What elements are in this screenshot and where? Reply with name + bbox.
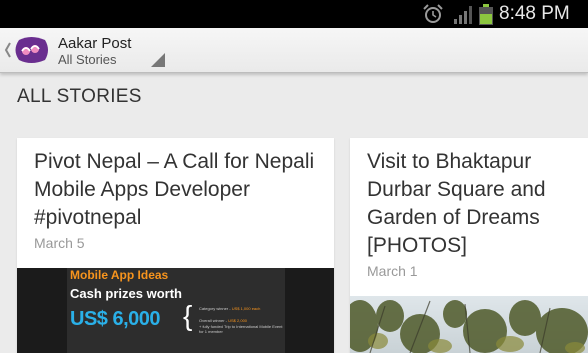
chevron-left-icon[interactable] — [3, 40, 13, 60]
battery-icon — [479, 4, 493, 25]
action-bar: Aakar Post All Stories — [0, 28, 588, 73]
promo-fine-print: Overall winner - US$ 2,000 — [199, 318, 248, 323]
promo-brace: { — [183, 300, 193, 331]
promo-banner: Mobile App Ideas Cash prizes worth US$ 6… — [67, 268, 285, 353]
story-title[interactable]: Pivot Nepal – A Call for Nepali Mobile A… — [34, 148, 334, 232]
section-header: ALL STORIES — [17, 86, 142, 107]
story-image[interactable]: Mobile App Ideas Cash prizes worth US$ 6… — [17, 268, 334, 353]
story-card[interactable]: Pivot Nepal – A Call for Nepali Mobile A… — [17, 138, 334, 353]
promo-fine-print: Category winner - US$ 1,000 each — [199, 306, 261, 311]
promo-fine-print: for 1 member — [199, 329, 223, 334]
promo-headline: Mobile App Ideas — [70, 268, 169, 282]
promo-subheadline: Cash prizes worth — [70, 286, 182, 301]
app-logo-icon[interactable] — [13, 36, 49, 64]
story-card[interactable]: Visit to Bhaktapur Durbar Square and Gar… — [350, 138, 588, 353]
story-title[interactable]: Visit to Bhaktapur Durbar Square and Gar… — [367, 148, 588, 260]
alarm-icon — [423, 4, 443, 23]
status-bar: 8:48 PM — [0, 0, 588, 28]
promo-amount: US$ 6,000 — [70, 308, 161, 330]
story-date: March 5 — [34, 235, 85, 251]
story-image[interactable] — [350, 296, 588, 353]
story-filter-dropdown[interactable]: All Stories — [58, 52, 117, 68]
status-time: 8:48 PM — [499, 3, 570, 24]
app-title[interactable]: Aakar Post — [58, 35, 131, 53]
dropdown-triangle-icon[interactable] — [151, 53, 165, 67]
signal-icon — [454, 6, 472, 24]
story-date: March 1 — [367, 263, 418, 279]
